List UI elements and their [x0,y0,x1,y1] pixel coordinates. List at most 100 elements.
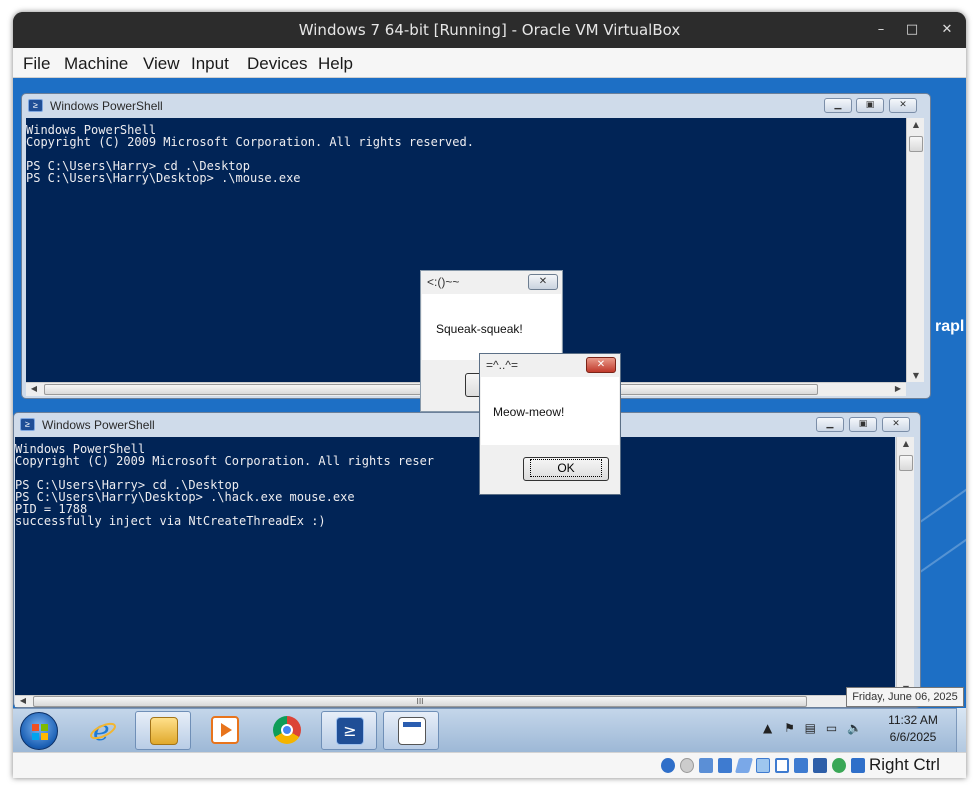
vertical-scrollbar[interactable]: ▲ ▼ [906,118,924,382]
minimize-button[interactable]: – [871,20,891,40]
start-button[interactable] [20,712,58,750]
powershell-icon: ≥ [28,99,43,112]
media-player-icon [211,716,239,744]
windows-logo-icon [32,724,48,740]
scroll-thumb[interactable]: III [33,696,807,707]
virtualbox-window: Windows 7 64-bit [Running] - Oracle VM V… [13,12,966,778]
window-titlebar-icon [403,722,421,727]
messagebox-meow[interactable]: =^..^= ✕ Meow-meow! OK [479,353,621,495]
menu-devices[interactable]: Devices [247,54,307,74]
msgbox-close-button[interactable]: ✕ [586,357,616,373]
menubar: File Machine View Input Devices Help [13,48,966,78]
powershell-window-bottom[interactable]: ≥ Windows PowerShell ▁ ▣ ✕ Windows Power… [13,412,923,708]
ps-console[interactable]: Windows PowerShell Copyright (C) 2009 Mi… [15,437,895,695]
ok-label: OK [530,459,602,477]
chrome-icon [273,716,301,744]
ps-restore-button[interactable]: ▣ [849,417,877,432]
console-output: Windows PowerShell Copyright (C) 2009 Mi… [26,118,906,184]
msgbox-content: Squeak-squeak! [422,294,561,360]
display-icon[interactable] [775,758,789,773]
msgbox-content: Meow-meow! [481,377,619,445]
menu-file[interactable]: File [23,54,50,74]
scroll-up-arrow[interactable]: ▲ [898,439,914,448]
taskbar-file-explorer[interactable] [135,711,191,750]
wallpaper-streak [915,522,966,576]
scroll-grip: III [416,697,424,706]
console-line: Copyright (C) 2009 Microsoft Corporation… [15,454,435,468]
clock-tooltip: Friday, June 06, 2025 [846,687,964,707]
menu-input[interactable]: Input [191,54,229,74]
audio-icon[interactable] [699,758,713,773]
tray-overflow-icon[interactable]: ▲ [763,721,772,735]
optical-drive-icon[interactable] [680,758,694,773]
taskbar: e ≥ ▲ ⚑ ▤ ▭ 🔈 11:32 AM 6/6/2025 [13,708,966,752]
guest-additions-icon[interactable] [832,758,846,773]
network-adapter-icon[interactable] [718,758,732,773]
ok-button[interactable]: OK [523,457,609,481]
console-line: Copyright (C) 2009 Microsoft Corporation… [26,135,474,149]
host-key-label[interactable]: Right Ctrl [869,755,940,775]
wallpaper-streak [919,475,966,523]
internet-explorer-icon: e [89,714,117,747]
keyboard-capture-icon[interactable] [851,758,865,773]
ps-close-button[interactable]: ✕ [882,417,910,432]
taskbar-internet-explorer[interactable]: e [75,711,131,750]
network-icon[interactable]: ▭ [826,721,837,735]
clock[interactable]: 11:32 AM 6/6/2025 [883,712,943,746]
ps-close-button[interactable]: ✕ [889,98,917,113]
powershell-icon: ≥ [336,717,364,745]
menu-help[interactable]: Help [318,54,353,74]
msgbox-text: Squeak-squeak! [436,322,523,336]
ps-title-text: Windows PowerShell [50,99,163,113]
ps-title-text: Windows PowerShell [42,418,155,432]
vertical-scrollbar[interactable]: ▲ ▼ [896,437,914,695]
system-tray: ▲ ⚑ ▤ ▭ 🔈 [763,721,862,735]
hard-disk-icon[interactable] [661,758,675,773]
clock-date: 6/6/2025 [889,730,937,744]
scroll-down-arrow[interactable]: ▼ [908,371,924,380]
volume-icon[interactable]: 🔈 [847,721,862,735]
shared-folders-icon[interactable] [756,758,770,773]
virtualization-icon[interactable] [813,758,827,773]
close-button[interactable]: ✕ [937,20,957,40]
taskbar-media-player[interactable] [197,711,253,750]
show-desktop-button[interactable] [956,708,966,752]
scroll-right-arrow[interactable]: ▶ [890,384,906,393]
desktop-icon-label[interactable]: rapl [935,318,964,336]
guest-screen[interactable]: rapl ≥ Windows PowerShell ▁ ▣ ✕ Windows … [13,78,966,752]
scroll-thumb[interactable] [899,455,913,471]
scroll-up-arrow[interactable]: ▲ [908,120,924,129]
vbox-statusbar: Right Ctrl [13,752,966,778]
taskbar-application-window[interactable] [383,711,439,750]
maximize-button[interactable]: □ [902,20,922,40]
console-output: Windows PowerShell Copyright (C) 2009 Mi… [15,437,895,527]
menu-view[interactable]: View [143,54,180,74]
ps-minimize-button[interactable]: ▁ [824,98,852,113]
ps-title: ≥ Windows PowerShell [22,94,930,118]
ps-restore-button[interactable]: ▣ [856,98,884,113]
folder-icon [150,717,178,745]
application-window-icon [398,717,426,745]
ps-minimize-button[interactable]: ▁ [816,417,844,432]
usb-icon[interactable] [734,758,754,773]
console-line: PS C:\Users\Harry\Desktop> .\hack.exe mo… [15,490,355,504]
ps-title: ≥ Windows PowerShell [14,413,920,437]
chrome-center-icon [281,724,293,736]
taskbar-powershell[interactable]: ≥ [321,711,377,750]
powershell-icon: ≥ [20,418,35,431]
msgbox-text: Meow-meow! [493,405,565,419]
window-title: Windows 7 64-bit [Running] - Oracle VM V… [13,12,966,48]
clock-time: 11:32 AM [888,713,938,727]
scroll-left-arrow[interactable]: ◀ [15,696,31,705]
msgbox-close-button[interactable]: ✕ [528,274,558,290]
device-icon[interactable]: ▤ [805,721,816,735]
console-line: PS C:\Users\Harry\Desktop> .\mouse.exe [26,171,301,185]
menu-machine[interactable]: Machine [64,54,128,74]
recording-icon[interactable] [794,758,808,773]
console-line: successfully inject via NtCreateThreadEx… [15,514,326,528]
action-center-icon[interactable]: ⚑ [784,721,795,735]
horizontal-scrollbar[interactable]: ◀ III [15,695,923,707]
taskbar-chrome[interactable] [259,711,315,750]
scroll-left-arrow[interactable]: ◀ [26,384,42,393]
scroll-thumb[interactable] [909,136,923,152]
